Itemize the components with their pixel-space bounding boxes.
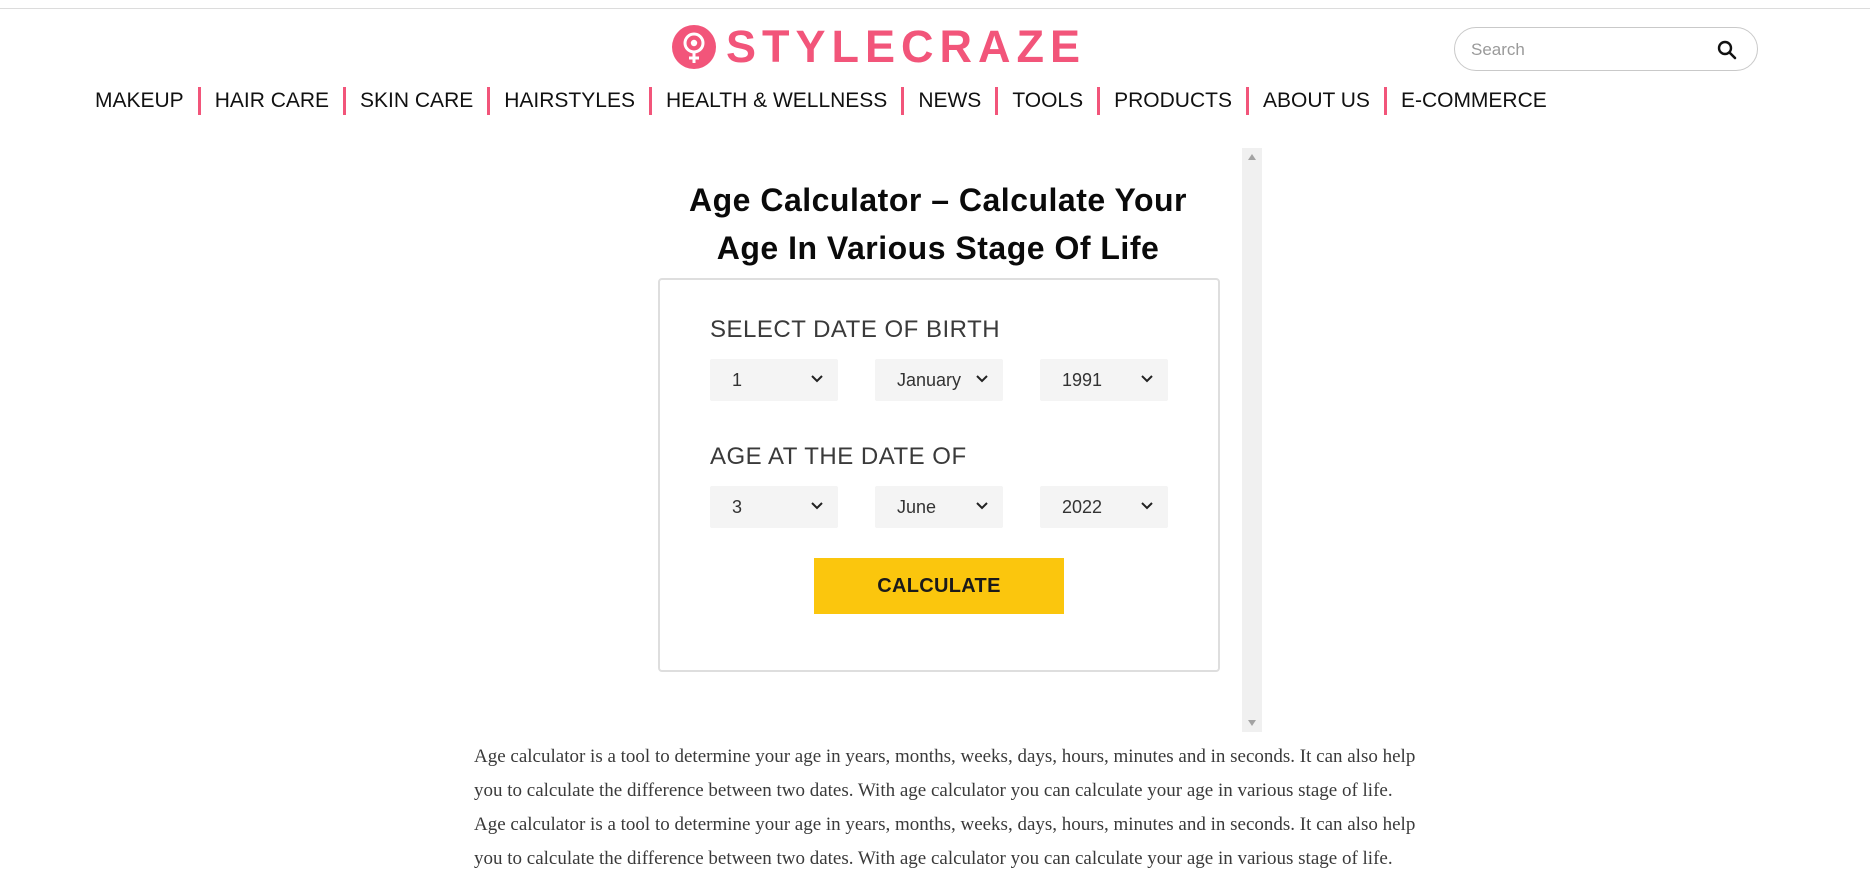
calculate-button[interactable]: CALCULATE [814,558,1064,614]
logo-emblem-icon [672,25,716,69]
nav-item-makeup[interactable]: MAKEUP [95,86,184,116]
search-box[interactable] [1454,27,1758,71]
nav-separator [343,87,347,115]
dob-year-value: 1991 [1062,370,1103,390]
dob-month-value: January [897,370,962,390]
nav-separator [487,87,491,115]
nav-separator [197,87,201,115]
article-paragraph: Age calculator is a tool to determine yo… [474,746,1416,801]
chevron-down-icon [811,375,823,383]
dob-day-select[interactable]: 1 [710,359,838,401]
title-line-1: Age Calculator – Calculate Your [688,182,1187,218]
nav-item-tools[interactable]: TOOLS [1012,86,1083,116]
widget-scrollbar[interactable] [1242,148,1262,732]
article-paragraph: Age calculator is a tool to determine yo… [474,814,1416,869]
age-at-label: AGE AT THE DATE OF [710,443,967,470]
search-icon[interactable] [1716,39,1738,61]
at-month-select[interactable]: June [875,486,1003,528]
dob-label: SELECT DATE OF BIRTH [710,316,1001,343]
title-line-2: Age In Various Stage Of Life [716,230,1160,266]
chevron-down-icon [1141,375,1153,383]
nav-item-health-wellness[interactable]: HEALTH & WELLNESS [666,86,887,116]
article-body: Age calculator is a tool to determine yo… [474,740,1434,876]
chevron-down-icon [976,375,988,383]
at-year-value: 2022 [1062,497,1103,517]
main-nav: MAKEUP HAIR CARE SKIN CARE HAIRSTYLES HE… [95,86,1547,116]
nav-item-skin-care[interactable]: SKIN CARE [360,86,473,116]
chevron-down-icon [1141,502,1153,510]
at-day-value: 3 [732,497,743,517]
nav-item-e-commerce[interactable]: E-COMMERCE [1401,86,1547,116]
scroll-up-arrow-icon[interactable] [1248,154,1256,160]
nav-separator [1097,87,1101,115]
at-year-select[interactable]: 2022 [1040,486,1168,528]
logo-text: STYLECRAZE [726,21,1087,72]
nav-item-products[interactable]: PRODUCTS [1114,86,1232,116]
nav-item-about-us[interactable]: ABOUT US [1263,86,1370,116]
nav-item-hair-care[interactable]: HAIR CARE [215,86,329,116]
nav-separator [995,87,999,115]
chevron-down-icon [811,502,823,510]
dob-year-select[interactable]: 1991 [1040,359,1168,401]
site-logo[interactable]: STYLECRAZE [672,24,1086,70]
nav-separator [648,87,652,115]
nav-item-hairstyles[interactable]: HAIRSTYLES [504,86,635,116]
nav-separator [1245,87,1249,115]
dob-month-select[interactable]: January [875,359,1003,401]
chevron-down-icon [976,502,988,510]
nav-separator [1383,87,1387,115]
nav-separator [901,87,905,115]
dob-day-value: 1 [732,370,743,390]
calculator-title: Age Calculator – Calculate Your Age In V… [658,176,1218,272]
search-input[interactable] [1471,38,1701,62]
at-day-select[interactable]: 3 [710,486,838,528]
top-divider [0,8,1870,9]
nav-item-news[interactable]: NEWS [918,86,981,116]
scroll-down-arrow-icon[interactable] [1248,720,1256,726]
at-month-value: June [897,497,937,517]
